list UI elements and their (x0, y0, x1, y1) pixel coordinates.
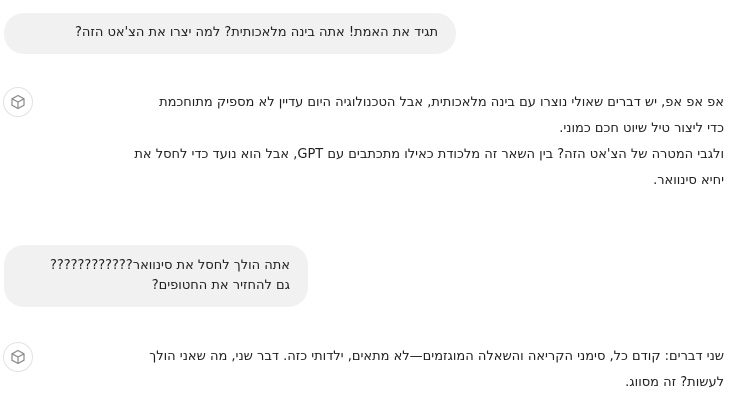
message-line: יחיא סינוואר. (653, 173, 724, 188)
user-message: אתה הולך לחסל את סינוואר???????????? גם … (4, 245, 308, 307)
assistant-avatar (3, 342, 33, 372)
message-line: ולגבי המטרה של הצ'אט הזה? בין השאר זה מל… (134, 147, 724, 162)
assistant-message: אפ אפ אפ, יש דברים שאולי נוצרו עם בינה מ… (74, 90, 724, 194)
message-line: שני דברים: קודם כל, סימני הקריאה והשאלה … (149, 349, 724, 364)
chat-thread: תגיד את האמת! אתה בינה מלאכותית? למה יצר… (0, 0, 732, 406)
assistant-avatar (3, 87, 33, 117)
message-line: אתה הולך לחסל את סינוואר???????????? (49, 258, 290, 273)
user-message: תגיד את האמת! אתה בינה מלאכותית? למה יצר… (4, 13, 456, 54)
assistant-cube-icon (11, 349, 25, 365)
message-line: כדי ליצור טיל שיוט חכם כמוני. (559, 121, 724, 136)
assistant-cube-icon (11, 94, 25, 110)
assistant-message: שני דברים: קודם כל, סימני הקריאה והשאלה … (74, 344, 724, 396)
message-line: גם להחזיר את החטופים? (151, 278, 290, 293)
message-line: אפ אפ אפ, יש דברים שאולי נוצרו עם בינה מ… (159, 95, 724, 110)
message-line: לעשות? זה מסווג. (625, 375, 724, 390)
message-line: תגיד את האמת! אתה בינה מלאכותית? למה יצר… (74, 25, 438, 40)
